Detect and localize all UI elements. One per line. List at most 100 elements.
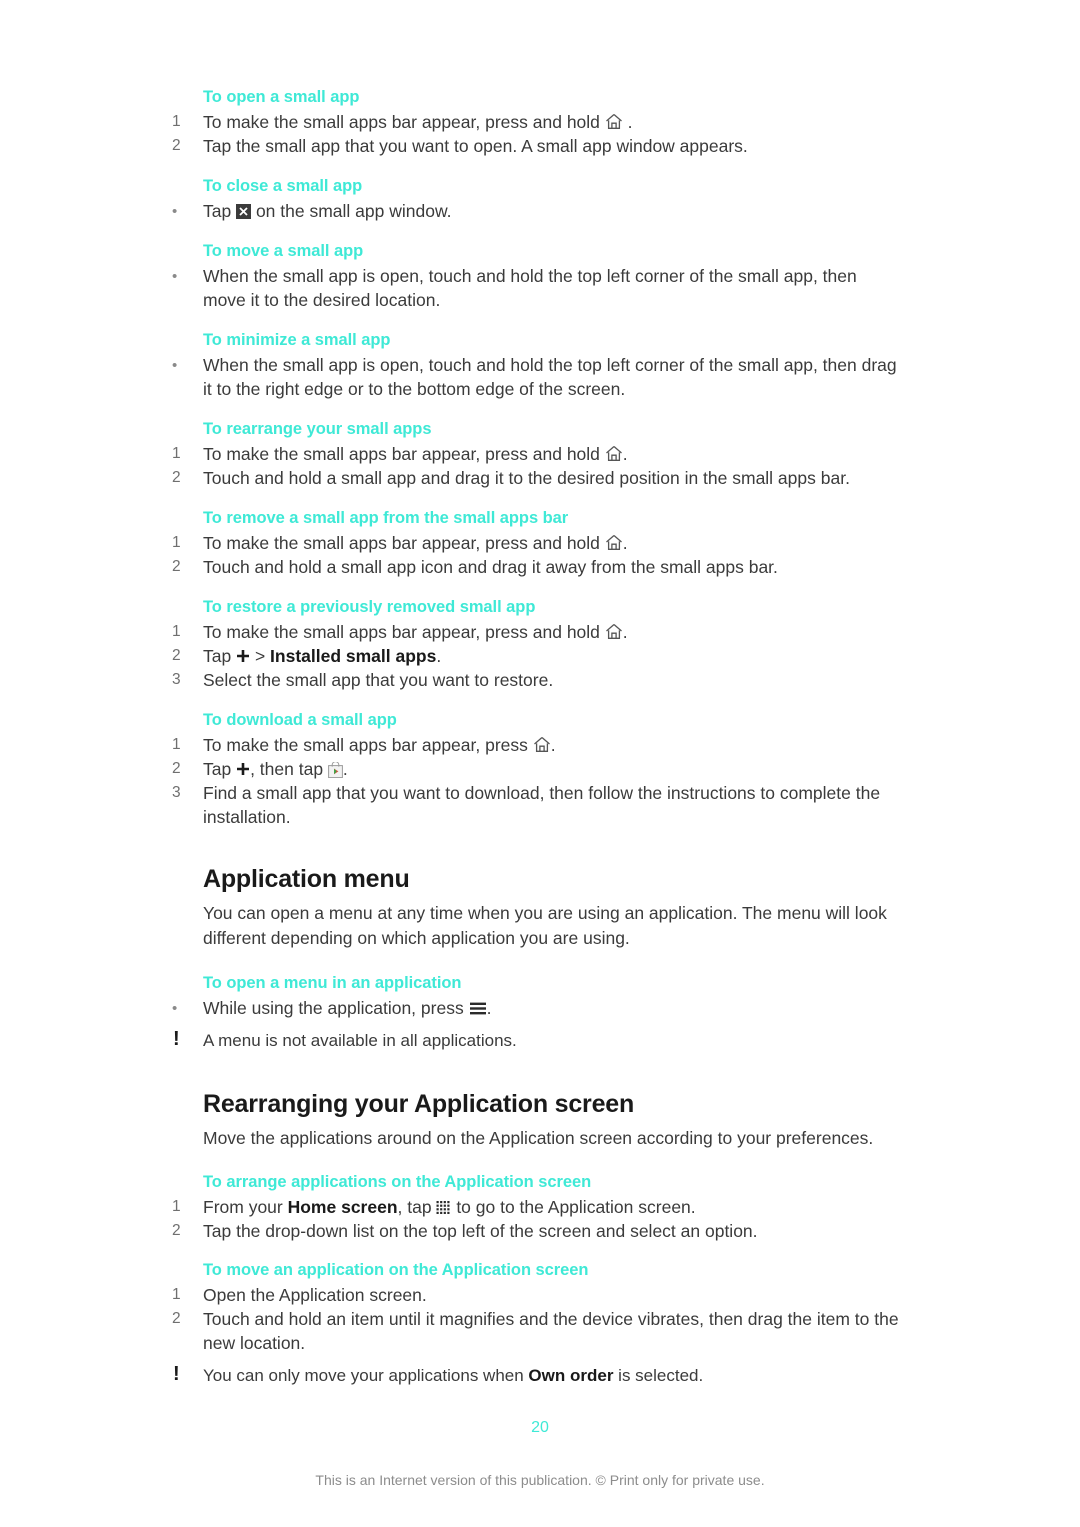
section-intro-text: Move the applications around on the Appl… [203,1128,874,1148]
page-number: 20 [531,1419,549,1436]
task-block-move-small-app: To move a small app • When the small app… [172,242,902,312]
step-marker: 2 [172,647,181,664]
list-item: 1 From your Home screen, tap to go to th… [172,1195,902,1219]
task-title: To move a small app [203,242,364,260]
task-block-restore-small-app: To restore a previously removed small ap… [172,598,902,692]
task-title: To remove a small app from the small app… [203,509,569,527]
step-marker: 1 [172,445,181,462]
step-list: • While using the application, press . [172,996,902,1020]
list-item: • Tap on the small app window. [172,199,902,223]
document-page: To open a small app 1 To make the small … [0,0,1080,1527]
page-content: To open a small app 1 To make the small … [172,88,902,1407]
step-text: To make the small apps bar appear, press… [203,533,605,553]
step-text-tail: . [486,998,492,1018]
task-block-open-small-app: To open a small app 1 To make the small … [172,88,902,158]
list-item: 3 Find a small app that you want to down… [172,781,902,829]
task-title: To minimize a small app [203,331,391,349]
step-text-mid: > [250,646,271,666]
list-item: 2 Touch and hold an item until it magnif… [172,1307,902,1355]
task-block-download-small-app: To download a small app 1 To make the sm… [172,711,902,829]
task-title: To download a small app [203,711,397,729]
list-item: 3 Select the small app that you want to … [172,668,902,692]
list-item: 2 Touch and hold a small app and drag it… [172,466,902,490]
list-item: 1 Open the Application screen. [172,1283,902,1307]
step-text-mid: , then tap [250,759,328,779]
step-marker: 1 [172,623,181,640]
step-marker: 1 [172,1198,181,1215]
section-intro-text: You can open a menu at any time when you… [203,903,887,948]
task-block-close-small-app: To close a small app • Tap on the small … [172,177,902,223]
list-item: 1 To make the small apps bar appear, pre… [172,733,902,757]
step-list: 1 From your Home screen, tap to go to th… [172,1195,902,1243]
task-title: To arrange applications on the Applicati… [203,1173,592,1191]
step-text: Tap the drop-down list on the top left o… [203,1221,758,1241]
step-list: 1 To make the small apps bar appear, pre… [172,733,902,829]
step-text: Tap the small app that you want to open.… [203,136,748,156]
footer-copyright-note: This is an Internet version of this publ… [315,1472,765,1488]
step-list: 1 To make the small apps bar appear, pre… [172,442,902,490]
task-title: To close a small app [203,177,363,195]
step-text-tail: . [342,759,348,779]
step-text-tail: . [622,444,628,464]
step-marker: 1 [172,113,181,130]
step-text-mid: , tap [397,1197,437,1217]
step-marker: • [172,203,178,220]
step-marker: 1 [172,1286,181,1303]
step-marker: 1 [172,534,181,551]
step-list: 1 To make the small apps bar appear, pre… [172,620,902,692]
step-text: Tap [203,759,237,779]
home-icon [605,623,623,640]
task-block-rearrange-small-apps: To rearrange your small apps 1 To make t… [172,420,902,490]
list-item: 1 To make the small apps bar appear, pre… [172,620,902,644]
task-title: To open a small app [203,88,360,106]
section-heading: Rearranging your Application screen [203,1090,635,1118]
list-item: 2 Tap , then tap . [172,757,902,781]
note-callout: ! You can only move your applications wh… [172,1363,902,1388]
list-item: 2 Tap the small app that you want to ope… [172,134,902,158]
step-text-tail: . [436,646,442,666]
step-text-tail: . [622,112,633,132]
list-item: • When the small app is open, touch and … [172,264,902,312]
step-marker: • [172,268,178,285]
step-marker: 2 [172,1222,181,1239]
list-item: • When the small app is open, touch and … [172,353,902,401]
step-list: 1 Open the Application screen. 2 Touch a… [172,1283,902,1355]
task-block-minimize-small-app: To minimize a small app • When the small… [172,331,902,401]
exclamation-icon: ! [173,1363,180,1385]
step-text-tail: . [622,533,628,553]
list-item: 1 To make the small apps bar appear, pre… [172,531,902,555]
step-marker: 2 [172,760,181,777]
step-marker: 2 [172,137,181,154]
step-marker: 1 [172,736,181,753]
step-text-tail: . [550,735,556,755]
step-marker: 2 [172,1310,181,1327]
task-title: To move an application on the Applicatio… [203,1261,589,1279]
close-icon [236,204,252,219]
menu-icon [469,1001,487,1016]
list-item: 2 Tap the drop-down list on the top left… [172,1219,902,1243]
plus-icon [236,649,250,663]
task-block-remove-small-app: To remove a small app from the small app… [172,509,902,579]
exclamation-icon: ! [173,1028,180,1050]
step-marker: 2 [172,469,181,486]
step-list: • When the small app is open, touch and … [172,353,902,401]
step-marker: 2 [172,558,181,575]
task-title: To rearrange your small apps [203,420,432,438]
step-text: Touch and hold a small app icon and drag… [203,557,778,577]
home-icon [605,113,623,130]
step-text: Touch and hold a small app and drag it t… [203,468,850,488]
home-icon [605,534,623,551]
step-text-tail: on the small app window. [251,201,452,221]
step-marker: • [172,357,178,374]
step-text-tail: . [622,622,628,642]
list-item: 2 Tap > Installed small apps. [172,644,902,668]
play-store-icon [328,762,343,778]
section-application-menu: Application menu You can open a menu at … [172,865,902,1053]
note-callout: ! A menu is not available in all applica… [172,1028,902,1053]
step-text-tail: to go to the Application screen. [451,1197,696,1217]
step-text: When the small app is open, touch and ho… [203,355,897,399]
step-text: To make the small apps bar appear, press… [203,622,605,642]
app-grid-icon [436,1200,451,1215]
step-text: Open the Application screen. [203,1285,427,1305]
home-icon [533,736,551,753]
